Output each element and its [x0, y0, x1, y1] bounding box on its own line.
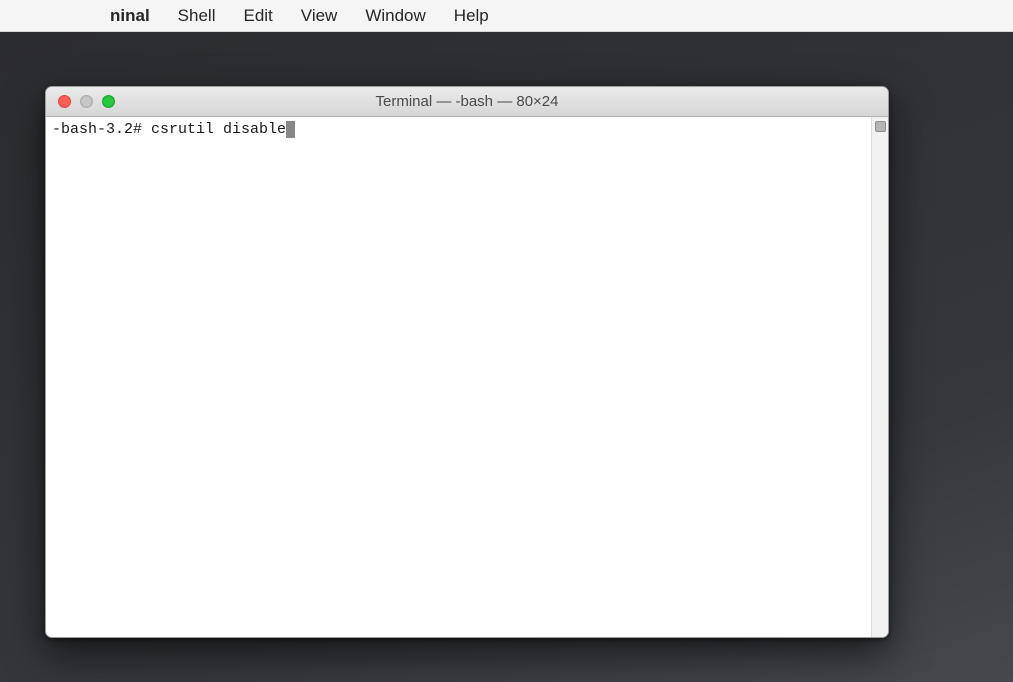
terminal-prompt: -bash-3.2# — [52, 121, 151, 138]
menubar-app-name[interactable]: ninal — [110, 6, 150, 26]
terminal-command: csrutil disable — [151, 121, 286, 138]
window-title: Terminal — -bash — 80×24 — [46, 93, 888, 110]
vertical-scrollbar[interactable] — [871, 117, 888, 637]
menu-view[interactable]: View — [301, 6, 338, 26]
close-icon[interactable] — [58, 95, 71, 108]
menu-window[interactable]: Window — [365, 6, 425, 26]
system-menubar: ninal Shell Edit View Window Help — [0, 0, 1013, 32]
zoom-icon[interactable] — [102, 95, 115, 108]
scrollbar-thumb[interactable] — [875, 121, 886, 132]
terminal-body: -bash-3.2# csrutil disable — [46, 117, 888, 637]
window-titlebar[interactable]: Terminal — -bash — 80×24 — [46, 87, 888, 117]
terminal-content[interactable]: -bash-3.2# csrutil disable — [46, 117, 871, 637]
desktop-background: Terminal — -bash — 80×24 -bash-3.2# csru… — [0, 32, 1013, 682]
menu-help[interactable]: Help — [454, 6, 489, 26]
text-cursor-icon — [286, 121, 295, 138]
traffic-lights — [46, 95, 115, 108]
menu-edit[interactable]: Edit — [243, 6, 272, 26]
minimize-icon[interactable] — [80, 95, 93, 108]
terminal-window[interactable]: Terminal — -bash — 80×24 -bash-3.2# csru… — [45, 86, 889, 638]
menu-shell[interactable]: Shell — [178, 6, 216, 26]
